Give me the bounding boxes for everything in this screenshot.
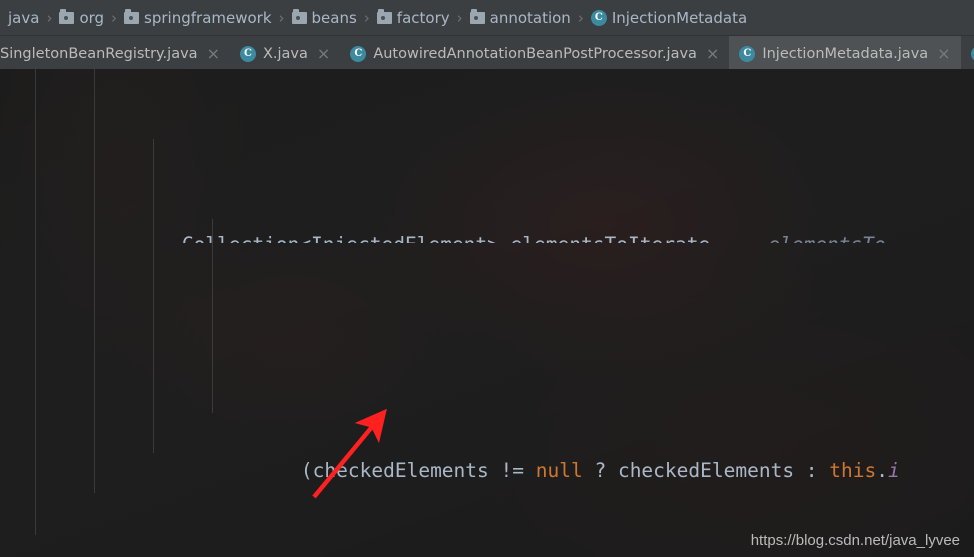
- code-token: .: [876, 459, 888, 482]
- breadcrumb-item-org[interactable]: org: [56, 7, 107, 29]
- tab-label: SingletonBeanRegistry.java: [0, 46, 198, 62]
- breadcrumb-label: beans: [311, 8, 357, 27]
- class-icon: C: [739, 46, 756, 62]
- code-line-2: (checkedElements != null ? checkedElemen…: [0, 411, 974, 482]
- code-token: ?: [582, 459, 618, 482]
- breadcrumb-label: factory: [396, 8, 450, 27]
- breadcrumb: java › org › springframework › beans › f…: [0, 0, 974, 36]
- editor-tab-bar: SingletonBeanRegistry.java × C X.java × …: [0, 36, 974, 72]
- folder-icon: [59, 9, 75, 24]
- tab-label: InjectionMetadata.java: [762, 46, 929, 62]
- breadcrumb-label: java: [8, 8, 40, 27]
- breadcrumb-separator-icon: ›: [46, 8, 53, 27]
- class-icon: C: [350, 46, 367, 62]
- tab-autowiredannotationbeanpostprocessor[interactable]: C AutowiredAnnotationBeanPostProcessor.j…: [340, 36, 729, 72]
- breadcrumb-separator-icon: ›: [111, 8, 118, 27]
- tab-x-java[interactable]: C X.java ×: [230, 36, 340, 72]
- code-token: !=: [500, 459, 536, 482]
- watermark-url: https://blog.csdn.net/java_lyvee: [750, 532, 960, 549]
- code-line-1: Collection<InjectedElement> elementsToIt…: [0, 215, 974, 244]
- close-icon[interactable]: ×: [706, 46, 719, 62]
- breadcrumb-item-java[interactable]: java: [0, 7, 42, 29]
- breadcrumb-separator-icon: ›: [363, 8, 370, 27]
- code-token: i: [888, 459, 900, 482]
- breadcrumb-item-beans[interactable]: beans: [289, 7, 360, 29]
- code-token: this: [829, 459, 877, 482]
- breadcrumb-label: springframework: [144, 8, 272, 27]
- code-editor[interactable]: Collection<InjectedElement> elementsToIt…: [0, 69, 974, 557]
- close-icon[interactable]: ×: [207, 46, 220, 62]
- close-icon[interactable]: ×: [317, 46, 330, 62]
- close-icon[interactable]: ×: [937, 46, 950, 62]
- code-token: checkedElements: [617, 459, 806, 482]
- breadcrumb-item-factory[interactable]: factory: [374, 7, 453, 29]
- code-token: Collection<InjectedElement> elementsToIt…: [182, 233, 710, 244]
- ide-window: java › org › springframework › beans › f…: [0, 0, 974, 557]
- tab-label: X.java: [262, 46, 308, 62]
- breadcrumb-label: org: [79, 8, 105, 27]
- code-token: null: [535, 459, 583, 482]
- tab-injectionmetadata[interactable]: C InjectionMetadata.java ×: [729, 36, 961, 72]
- folder-icon: [291, 9, 307, 24]
- code-token: :: [805, 459, 830, 482]
- breadcrumb-separator-icon: ›: [278, 8, 285, 27]
- tab-singletonbeanregistry[interactable]: SingletonBeanRegistry.java ×: [0, 36, 230, 72]
- breadcrumb-separator-icon: ›: [456, 8, 463, 27]
- class-icon: C: [590, 9, 607, 26]
- breadcrumb-item-injectionmetadata[interactable]: C InjectionMetadata: [588, 7, 750, 29]
- class-icon: C: [970, 46, 974, 62]
- class-icon: C: [239, 46, 256, 62]
- code-token: checkedElements: [312, 459, 501, 482]
- breadcrumb-separator-icon: ›: [577, 8, 584, 27]
- code-token: (: [300, 459, 313, 482]
- folder-icon: [124, 9, 140, 24]
- code-content[interactable]: Collection<InjectedElement> elementsToIt…: [0, 69, 974, 557]
- breadcrumb-item-springframework[interactable]: springframework: [121, 7, 274, 29]
- breadcrumb-label: InjectionMetadata: [611, 8, 748, 27]
- folder-icon: [376, 9, 392, 24]
- folder-icon: [469, 9, 485, 24]
- breadcrumb-label: annotation: [489, 8, 571, 27]
- tab-label: AutowiredAnnotationBeanPostProcessor.jav…: [373, 46, 697, 62]
- tab-next-partial[interactable]: C: [961, 36, 974, 72]
- inlay-hint: elementsTo: [768, 233, 885, 244]
- breadcrumb-item-annotation[interactable]: annotation: [467, 7, 574, 29]
